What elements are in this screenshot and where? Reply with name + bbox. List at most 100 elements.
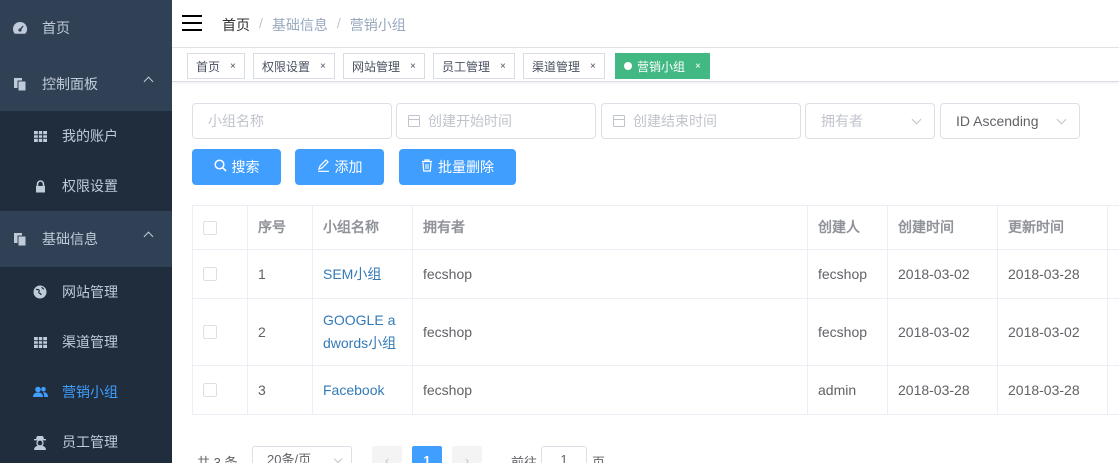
group-name-link[interactable]: GOOGLE adwords小组 [323,309,400,355]
next-page-button[interactable]: › [452,446,482,463]
start-time-picker[interactable]: 创建开始时间 [396,103,596,139]
cell-created: 2018-03-28 [888,366,998,414]
end-time-picker[interactable]: 创建结束时间 [601,103,801,139]
table-row: 1 SEM小组 fecshop fecshop 2018-03-02 2018-… [192,250,1119,299]
sidebar-item-label: 营销小组 [62,384,118,400]
row-checkbox-cell [192,250,248,298]
close-icon[interactable]: × [500,61,506,72]
sidebar-item-site-mgmt[interactable]: 网站管理 [0,267,172,317]
group-name-link[interactable]: SEM小组 [323,263,381,286]
sidebar-item-channel-mgmt[interactable]: 渠道管理 [0,317,172,367]
chevron-down-icon [1056,114,1067,125]
cell-updated: 2018-03-28 [998,250,1108,298]
selected-value: ID Ascending [956,113,1039,129]
sort-select[interactable]: ID Ascending [940,103,1080,139]
breadcrumb-item-basic-info: 基础信息 [271,17,328,33]
header-created: 创建时间 [888,206,998,249]
header-index: 序号 [248,206,313,249]
button-label: 添加 [334,159,363,175]
dashboard-icon [12,20,28,36]
tag-label: 渠道管理 [532,59,581,74]
tag-label: 员工管理 [442,59,491,74]
cell-index: 2 [248,299,313,365]
tag-permissions[interactable]: 权限设置 × [253,53,335,79]
chevron-down-icon [911,114,922,125]
table-row: 2 GOOGLE adwords小组 fecshop fecshop 2018-… [192,299,1119,366]
row-checkbox-cell [192,299,248,365]
sidebar-item-marketing-group[interactable]: 营销小组 [0,367,172,417]
group-name-input[interactable]: 小组名称 [192,103,392,139]
cell-owner: fecshop [413,366,808,414]
calendar-icon [613,115,625,127]
tag-staff-mgmt[interactable]: 员工管理 × [433,53,515,79]
sidebar-item-label: 员工管理 [62,434,118,450]
select-all-checkbox[interactable] [203,220,217,235]
breadcrumb-item-home[interactable]: 首页 [222,15,250,35]
sidebar-item-permissions[interactable]: 权限设置 [0,161,172,211]
chevron-down-icon [333,454,343,463]
button-label: 搜索 [231,159,260,175]
hamburger-icon[interactable] [182,15,202,31]
page-number: 1 [423,452,431,463]
placeholder: 小组名称 [208,113,264,129]
calendar-icon [408,115,420,127]
sidebar-item-my-account[interactable]: 我的账户 [0,111,172,161]
close-icon[interactable]: × [590,61,596,72]
add-button[interactable]: 添加 [295,149,384,185]
sidebar-item-label: 我的账户 [62,128,118,144]
cell-created: 2018-03-02 [888,250,998,298]
close-icon[interactable]: × [410,61,416,72]
close-icon[interactable]: × [320,61,326,72]
prev-page-button[interactable]: ‹ [372,446,402,463]
chevron-left-icon: ‹ [384,452,390,463]
owner-select[interactable]: 拥有者 [805,103,935,139]
sidebar-item-label: 首页 [42,20,70,36]
page-size-select[interactable]: 20条/页 [252,446,352,463]
tag-label: 首页 [196,59,221,74]
header-creator: 创建人 [808,206,888,249]
lock-icon [32,178,48,194]
tag-site-mgmt[interactable]: 网站管理 × [343,53,425,79]
sidebar-item-home[interactable]: 首页 [0,3,172,53]
header-updated: 更新时间 [998,206,1108,249]
trash-icon [421,159,433,175]
cell-index: 1 [248,250,313,298]
sidebar-item-label: 渠道管理 [62,334,118,350]
active-dot [624,62,632,70]
breadcrumb-separator: / [336,15,341,31]
goto-page-input[interactable]: 1 [541,446,587,463]
sidebar-item-control-panel[interactable]: 控制面板 [0,59,172,109]
cell-updated: 2018-03-28 [998,366,1108,414]
row-checkbox[interactable] [203,267,217,281]
placeholder: 创建结束时间 [633,113,717,129]
tag-channel-mgmt[interactable]: 渠道管理 × [523,53,605,79]
close-icon[interactable]: × [695,61,701,72]
close-icon[interactable]: × [230,61,236,72]
page-1-button[interactable]: 1 [412,446,442,463]
sidebar-item-basic-info[interactable]: 基础信息 [0,214,172,264]
tag-label: 权限设置 [262,59,311,74]
tag-label: 营销小组 [637,59,686,74]
selected-value: 20条/页 [267,452,312,463]
chevron-up-icon [143,231,154,242]
tag-marketing-group[interactable]: 营销小组 × [615,53,710,79]
cell-updated: 2018-03-02 [998,299,1108,365]
group-name-link[interactable]: Facebook [323,379,384,402]
goto-suffix: 页 [592,455,606,463]
cell-created: 2018-03-02 [888,299,998,365]
placeholder: 创建开始时间 [428,113,512,129]
tag-home[interactable]: 首页 × [187,53,245,79]
batch-delete-button[interactable]: 批量删除 [399,149,516,185]
row-checkbox[interactable] [203,325,217,339]
button-label: 批量删除 [438,159,494,175]
cell-index: 3 [248,366,313,414]
chevron-up-icon [143,76,154,87]
search-button[interactable]: 搜索 [192,149,281,185]
user-secret-icon [32,434,48,450]
breadcrumb-separator: / [259,15,263,31]
table-header-row: 序号 小组名称 拥有者 创建人 创建时间 更新时间 [192,206,1119,250]
row-checkbox[interactable] [203,383,217,397]
breadcrumb-item-current: 营销小组 [349,17,406,33]
cell-group-name: GOOGLE adwords小组 [313,299,413,365]
sidebar-item-staff-mgmt[interactable]: 员工管理 [0,417,172,463]
